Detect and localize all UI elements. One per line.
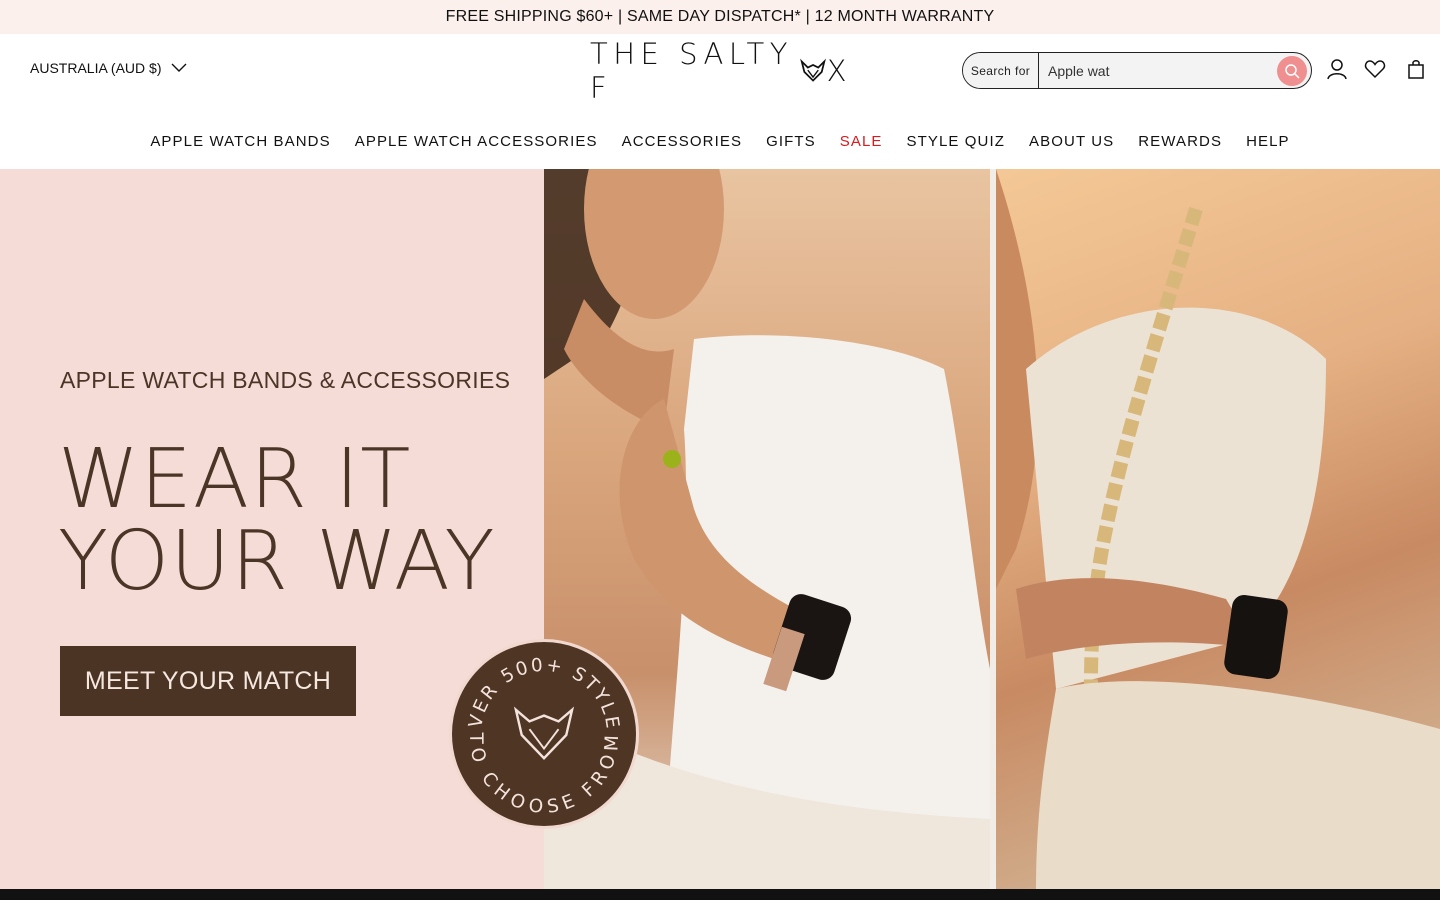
nav-style-quiz[interactable]: STYLE QUIZ	[907, 133, 1006, 150]
account-icon	[1327, 59, 1347, 80]
badge-graphic: OVER 500+ STYLES TO CHOOSE FROM	[444, 626, 623, 818]
styles-badge: OVER 500+ STYLES TO CHOOSE FROM	[444, 626, 639, 829]
badge-bottom-text: TO CHOOSE FROM	[465, 731, 621, 818]
nav-rewards[interactable]: REWARDS	[1138, 133, 1222, 150]
hero-eyebrow: APPLE WATCH BANDS & ACCESSORIES	[60, 367, 511, 393]
logo-text-start: THE SALTY F	[590, 37, 793, 105]
chevron-down-icon	[171, 63, 187, 72]
hero-image-model-bag	[996, 169, 1440, 889]
nav-apple-watch-bands[interactable]: APPLE WATCH BANDS	[150, 133, 330, 150]
search-input[interactable]	[1039, 53, 1277, 88]
main-navigation: APPLE WATCH BANDS APPLE WATCH ACCESSORIE…	[0, 106, 1440, 169]
account-button[interactable]	[1324, 56, 1350, 82]
bottom-edge-bar	[0, 889, 1440, 900]
wishlist-heart-icon	[1364, 60, 1386, 79]
fox-head-icon	[513, 706, 575, 760]
wishlist-button[interactable]	[1362, 56, 1388, 82]
announcement-text: FREE SHIPPING $60+ | SAME DAY DISPATCH* …	[445, 8, 995, 25]
cart-button[interactable]	[1403, 56, 1429, 82]
meet-your-match-button[interactable]: MEET YOUR MATCH	[60, 646, 356, 716]
fox-logo-icon	[799, 58, 826, 82]
nav-accessories[interactable]: ACCESSORIES	[622, 133, 742, 150]
nav-apple-watch-accessories[interactable]: APPLE WATCH ACCESSORIES	[355, 133, 598, 150]
logo-text-end: X	[826, 54, 852, 88]
region-label: AUSTRALIA (AUD $)	[30, 60, 162, 76]
search-label: Search for	[963, 53, 1039, 88]
hero-banner: APPLE WATCH BANDS & ACCESSORIES WEAR IT …	[0, 169, 1440, 889]
announcement-bar: FREE SHIPPING $60+ | SAME DAY DISPATCH* …	[0, 0, 1440, 34]
nav-gifts[interactable]: GIFTS	[766, 133, 816, 150]
hero-headline-line-2: YOUR WAY	[58, 514, 496, 609]
region-selector[interactable]: AUSTRALIA (AUD $)	[30, 60, 187, 76]
hero-headline-line-1: WEAR IT	[58, 432, 412, 527]
nav-sale[interactable]: SALE	[840, 133, 883, 150]
search-bar: Search for	[962, 52, 1312, 89]
nav-help[interactable]: HELP	[1246, 133, 1290, 150]
hero-headline: WEAR IT YOUR WAY	[58, 439, 496, 603]
svg-text:TO CHOOSE FROM: TO CHOOSE FROM	[465, 731, 623, 818]
site-logo[interactable]: THE SALTY F X	[590, 37, 852, 105]
nav-about-us[interactable]: ABOUT US	[1029, 133, 1114, 150]
site-header: AUSTRALIA (AUD $) THE SALTY F X Search f…	[0, 34, 1440, 106]
cart-bag-icon	[1408, 60, 1424, 79]
model-bag-illustration	[996, 169, 1440, 889]
search-button[interactable]	[1277, 55, 1307, 86]
search-icon	[1285, 63, 1300, 79]
